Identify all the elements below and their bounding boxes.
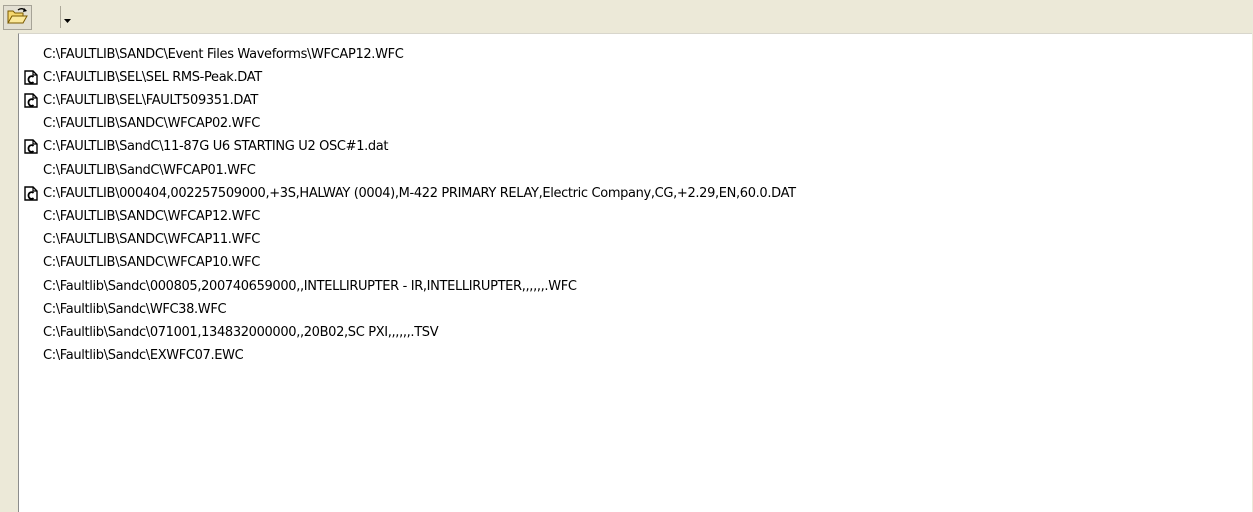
toolbar bbox=[0, 0, 1253, 33]
recent-file-path: C:\Faultlib\Sandc\WFC38.WFC bbox=[43, 301, 227, 317]
comtrade-file-icon bbox=[21, 185, 41, 201]
recent-files-dropdown-button[interactable] bbox=[61, 5, 74, 30]
open-file-button[interactable] bbox=[3, 5, 32, 30]
empty-icon-slot bbox=[21, 278, 41, 294]
empty-icon-slot bbox=[21, 162, 41, 178]
recent-file-item[interactable]: C:\FAULTLIB\SEL\FAULT509351.DAT bbox=[21, 90, 1249, 110]
recent-file-item[interactable]: C:\FAULTLIB\SEL\SEL RMS-Peak.DAT bbox=[21, 67, 1249, 87]
recent-file-item[interactable]: C:\FAULTLIB\SANDC\WFCAP10.WFC bbox=[21, 253, 1249, 273]
empty-icon-slot bbox=[21, 324, 41, 340]
recent-file-item[interactable]: C:\FAULTLIB\SANDC\WFCAP11.WFC bbox=[21, 230, 1249, 250]
empty-icon-slot bbox=[21, 301, 41, 317]
empty-icon-slot bbox=[21, 116, 41, 132]
comtrade-file-icon bbox=[21, 139, 41, 155]
empty-icon-slot bbox=[21, 46, 41, 62]
recent-file-path: C:\FAULTLIB\SANDC\WFCAP02.WFC bbox=[43, 116, 260, 132]
comtrade-file-icon bbox=[21, 69, 41, 85]
open-folder-icon bbox=[6, 7, 29, 29]
recent-file-path: C:\FAULTLIB\SANDC\WFCAP10.WFC bbox=[43, 255, 260, 271]
recent-file-item[interactable]: C:\FAULTLIB\SANDC\Event Files Waveforms\… bbox=[21, 44, 1249, 64]
empty-icon-slot bbox=[21, 208, 41, 224]
empty-icon-slot bbox=[21, 255, 41, 271]
recent-file-path: C:\FAULTLIB\000404,002257509000,+3S,HALW… bbox=[43, 185, 796, 201]
recent-file-path: C:\FAULTLIB\SandC\11-87G U6 STARTING U2 … bbox=[43, 139, 389, 155]
recent-file-path: C:\Faultlib\Sandc\071001,134832000000,,2… bbox=[43, 324, 439, 340]
recent-file-path: C:\FAULTLIB\SANDC\Event Files Waveforms\… bbox=[43, 46, 404, 62]
recent-file-item[interactable]: C:\FAULTLIB\SANDC\WFCAP02.WFC bbox=[21, 114, 1249, 134]
recent-file-path: C:\FAULTLIB\SandC\WFCAP01.WFC bbox=[43, 162, 256, 178]
recent-file-item[interactable]: C:\FAULTLIB\SandC\11-87G U6 STARTING U2 … bbox=[21, 137, 1249, 157]
recent-file-item[interactable]: C:\FAULTLIB\SANDC\WFCAP12.WFC bbox=[21, 206, 1249, 226]
recent-file-item[interactable]: C:\Faultlib\Sandc\WFC38.WFC bbox=[21, 299, 1249, 319]
empty-icon-slot bbox=[21, 348, 41, 364]
recent-file-path: C:\FAULTLIB\SEL\SEL RMS-Peak.DAT bbox=[43, 69, 262, 85]
recent-file-path: C:\FAULTLIB\SANDC\WFCAP11.WFC bbox=[43, 232, 260, 248]
dropdown-arrow-icon bbox=[64, 8, 71, 27]
recent-files-menu: C:\FAULTLIB\SANDC\Event Files Waveforms\… bbox=[18, 33, 1252, 512]
recent-file-item[interactable]: C:\FAULTLIB\SandC\WFCAP01.WFC bbox=[21, 160, 1249, 180]
comtrade-file-icon bbox=[21, 92, 41, 108]
recent-file-item[interactable]: C:\Faultlib\Sandc\000805,200740659000,,I… bbox=[21, 276, 1249, 296]
recent-file-path: C:\FAULTLIB\SEL\FAULT509351.DAT bbox=[43, 92, 258, 108]
recent-file-path: C:\FAULTLIB\SANDC\WFCAP12.WFC bbox=[43, 208, 260, 224]
empty-icon-slot bbox=[21, 232, 41, 248]
recent-file-path: C:\Faultlib\Sandc\000805,200740659000,,I… bbox=[43, 278, 577, 294]
recent-file-path: C:\Faultlib\Sandc\EXWFC07.EWC bbox=[43, 348, 244, 364]
recent-file-item[interactable]: C:\FAULTLIB\000404,002257509000,+3S,HALW… bbox=[21, 183, 1249, 203]
recent-file-item[interactable]: C:\Faultlib\Sandc\071001,134832000000,,2… bbox=[21, 322, 1249, 342]
recent-file-item[interactable]: C:\Faultlib\Sandc\EXWFC07.EWC bbox=[21, 346, 1249, 366]
